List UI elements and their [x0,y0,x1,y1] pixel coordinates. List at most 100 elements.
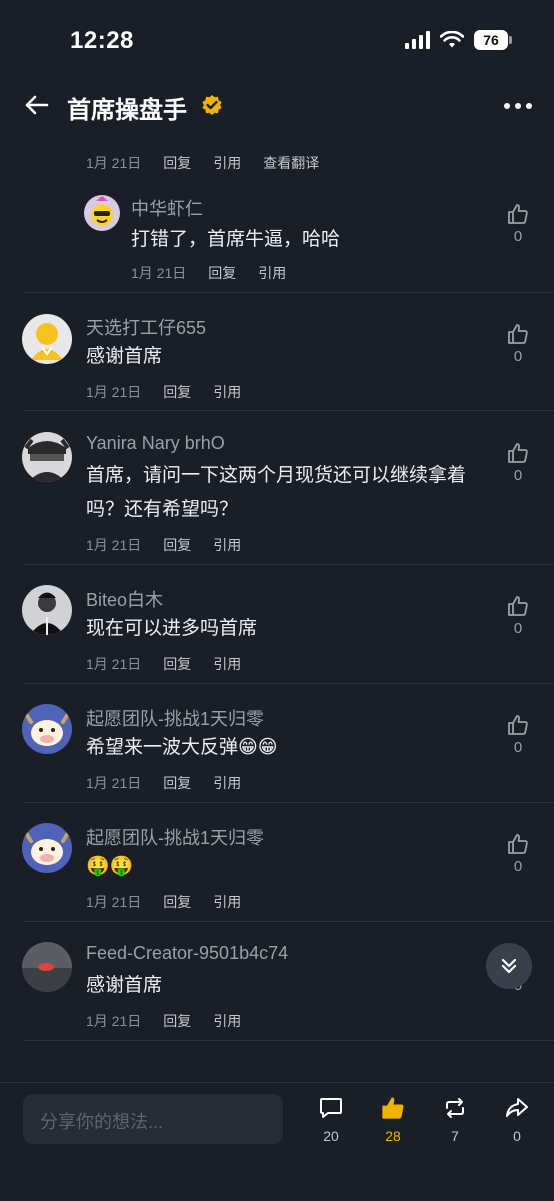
divider [24,921,554,922]
repost-button[interactable]: 7 [435,1095,475,1144]
status-icons: 76 [405,30,512,50]
quote-button[interactable]: 引用 [213,153,241,173]
reply-button[interactable]: 回复 [163,535,191,555]
thumbs-up-icon [508,443,528,463]
comment-meta: 1月 21日 回复 引用 [86,892,241,912]
comment-author[interactable]: Yanira Nary brhO [86,433,225,454]
scroll-down-button[interactable] [486,943,532,989]
comment-text: 现在可以进多吗首席 [86,618,258,639]
like-button[interactable]: 0 [498,323,538,365]
comment-author[interactable]: Feed-Creator-9501b4c74 [86,943,288,964]
like-count: 0 [513,620,523,637]
reply-button[interactable]: 回复 [208,263,236,283]
divider [24,802,554,803]
comment-text: 希望来一波大反弹😁😁 [86,737,278,758]
comment-meta: 1月 21日 回复 引用 [131,263,286,283]
comments-button[interactable]: 20 [311,1095,351,1144]
like-button[interactable]: 0 [498,833,538,875]
comment-date: 1月 21日 [86,1013,142,1029]
comment-author[interactable]: 天选打工仔655 [86,314,206,340]
quote-button[interactable]: 引用 [213,535,241,555]
top-nav-bar: 首席操盘手 [0,80,554,132]
comment-list[interactable]: 1月 21日 回复 引用 查看翻译 中华虾仁 打错了，首席牛逼，哈哈 1月 21… [0,132,554,1082]
comment-meta: 1月 21日 回复 引用 [86,654,241,674]
quote-button[interactable]: 引用 [213,382,241,402]
comment-meta: 1月 21日 回复 引用 [86,535,241,555]
quote-button[interactable]: 引用 [213,773,241,793]
avatar[interactable] [22,823,72,873]
comment-input[interactable]: 分享你的想法... [23,1094,283,1144]
comment-date: 1月 21日 [86,155,142,171]
thumbs-up-icon [508,596,528,616]
avatar[interactable] [84,195,120,231]
verified-badge-icon [202,95,222,115]
divider [24,683,554,684]
quote-button[interactable]: 引用 [213,654,241,674]
more-options-icon[interactable] [504,94,532,118]
status-time: 12:28 [70,27,134,54]
comment-date: 1月 21日 [86,775,142,791]
like-post-button[interactable]: 28 [373,1095,413,1144]
thumbs-up-icon [382,1097,404,1119]
reply-button[interactable]: 回复 [163,382,191,402]
avatar[interactable] [22,704,72,754]
thumbs-up-icon [508,324,528,344]
thumbs-up-icon [508,204,528,224]
comment-icon [320,1098,342,1118]
comment-date: 1月 21日 [86,384,142,400]
comment-author[interactable]: Biteo白木 [86,586,163,612]
comment-author[interactable]: 中华虾仁 [131,195,203,221]
comment-text-line-1: 首席，请问一下这两个月现货还可以继续拿着 [86,465,467,486]
reply-button[interactable]: 回复 [163,773,191,793]
translate-button[interactable]: 查看翻译 [263,153,319,173]
reply-button[interactable]: 回复 [163,892,191,912]
like-button[interactable]: 0 [498,595,538,637]
wifi-icon [440,31,464,48]
like-count: 0 [513,858,523,875]
avatar[interactable] [22,314,72,364]
avatar[interactable] [22,942,72,992]
reply-button[interactable]: 回复 [163,1011,191,1031]
thumbs-up-icon [508,834,528,854]
comment-meta: 1月 21日 回复 引用 查看翻译 [86,153,319,173]
avatar[interactable] [22,585,72,635]
comment-date: 1月 21日 [86,894,142,910]
avatar[interactable] [22,432,72,482]
like-count: 0 [513,739,523,756]
comment-text: 感谢首席 [86,346,163,367]
reply-button[interactable]: 回复 [163,654,191,674]
comment-meta: 1月 21日 回复 引用 [86,1011,241,1031]
quote-button[interactable]: 引用 [258,263,286,283]
like-count: 0 [513,348,523,365]
comment-author[interactable]: 起愿团队-挑战1天归零 [86,705,264,731]
like-button[interactable]: 0 [498,203,538,245]
scroll-down-icon [501,958,517,974]
cellular-signal-icon [405,31,430,49]
likes-count: 28 [385,1128,401,1144]
divider [24,564,554,565]
comment-text: 🤑🤑 [86,856,134,877]
reply-button[interactable]: 回复 [163,153,191,173]
like-button[interactable]: 0 [498,714,538,756]
page-title: 首席操盘手 [67,97,187,124]
like-count: 0 [513,467,523,484]
divider [24,1040,554,1041]
comment-date: 1月 21日 [86,656,142,672]
comment-date: 1月 21日 [86,537,142,553]
shares-count: 0 [513,1128,521,1144]
quote-button[interactable]: 引用 [213,1011,241,1031]
thumbs-up-icon [508,715,528,735]
comment-meta: 1月 21日 回复 引用 [86,382,241,402]
battery-indicator: 76 [474,30,512,50]
status-bar: 12:28 76 [0,0,554,80]
comment-author[interactable]: 起愿团队-挑战1天归零 [86,824,264,850]
quote-button[interactable]: 引用 [213,892,241,912]
like-count: 0 [513,228,523,245]
comments-count: 20 [323,1128,339,1144]
share-button[interactable]: 0 [497,1095,537,1144]
comment-meta: 1月 21日 回复 引用 [86,773,241,793]
bottom-action-bar: 分享你的想法... 20 28 7 0 [0,1082,554,1201]
back-arrow-icon[interactable] [20,88,54,122]
like-button[interactable]: 0 [498,442,538,484]
comment-text: 感谢首席 [86,975,163,996]
